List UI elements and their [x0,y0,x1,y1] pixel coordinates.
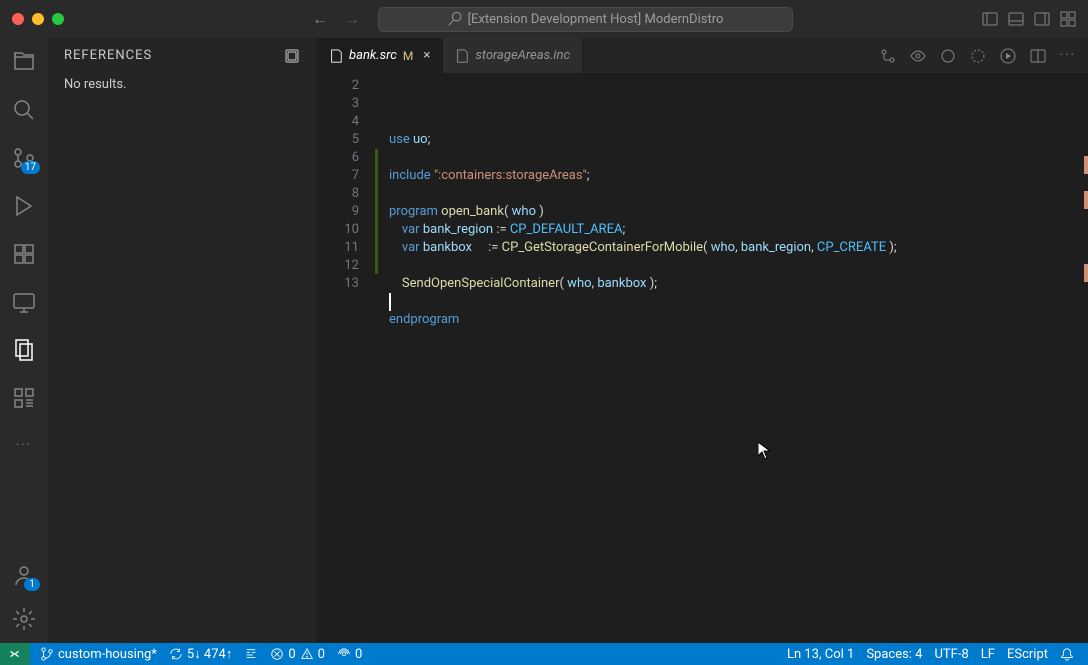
notifications[interactable] [1054,647,1080,661]
sync-status[interactable]: 5↓ 474↑ [163,643,238,665]
customize-layout-icon[interactable] [1060,11,1076,27]
code-line[interactable] [389,329,1088,347]
collapse-icon[interactable] [284,48,300,64]
branch-name: custom-housing* [58,647,157,662]
language-mode[interactable]: EScript [1001,647,1054,662]
code-editor[interactable]: 2345678910111213 use uo; include ":conta… [317,73,1088,643]
panel-title: REFERENCES [64,48,152,63]
warning-icon [300,647,314,661]
tab-storageareas[interactable]: storageAreas.inc [443,38,583,73]
window-title: [Extension Development Host] ModernDistr… [468,12,724,27]
maximize-window[interactable] [52,13,64,25]
toggle-primary-sidebar-icon[interactable] [982,11,998,27]
search-view[interactable] [12,98,36,122]
remote-icon [8,647,22,661]
extensions-view[interactable] [12,242,36,266]
close-tab-icon[interactable]: × [423,48,430,63]
code-line[interactable] [389,185,1088,203]
compare-changes-icon[interactable] [880,48,896,64]
code-line[interactable]: endprogram [389,311,1088,329]
code-line[interactable]: SendOpenSpecialContainer( who, bankbox )… [389,275,1088,293]
status-bar: custom-housing* 5↓ 474↑ 0 0 0 Ln 13, Col… [0,643,1088,665]
sync-counts: 5↓ 474↑ [187,646,232,662]
editor-actions: ··· [880,48,1088,64]
ports-status[interactable]: 0 [331,643,368,665]
tab-name: storageAreas.inc [475,48,570,63]
prettier-status[interactable] [238,643,264,665]
ports-icon [337,647,351,661]
references-view[interactable] [12,338,36,362]
side-panel: REFERENCES No results. [48,38,317,643]
branch-status[interactable]: custom-housing* [34,643,163,665]
split-editor-icon[interactable] [1030,48,1046,64]
source-control-view[interactable]: 17 [12,146,36,170]
overflow-menu[interactable]: ··· [16,438,32,453]
run-without-icon[interactable] [970,48,986,64]
code-line[interactable]: include ":containers:storageAreas"; [389,167,1088,185]
title-bar: ← → [Extension Development Host] ModernD… [0,0,1088,38]
problems-status[interactable]: 0 0 [264,643,331,665]
indentation-status[interactable]: Spaces: 4 [860,647,928,662]
bell-icon [1060,647,1074,661]
minimize-window[interactable] [32,13,44,25]
run-debug-view[interactable] [12,194,36,218]
window-controls [12,13,64,25]
remote-indicator[interactable] [0,643,30,665]
nav-arrows: ← → [312,9,360,29]
toggle-secondary-sidebar-icon[interactable] [1034,11,1050,27]
activity-bar: 17 ··· 1 [0,38,48,643]
accounts[interactable]: 1 [12,563,36,587]
branch-icon [40,647,54,661]
nav-forward-icon[interactable]: → [344,9,360,29]
ports-count: 0 [355,647,362,662]
eol-status[interactable]: LF [975,647,1001,662]
tab-modified-indicator: M [403,49,413,63]
text-cursor [389,293,391,311]
code-line[interactable]: var bankbox := CP_GetStorageContainerFor… [389,239,1088,257]
code-line[interactable]: program open_bank( who ) [389,203,1088,221]
toggle-panel-icon[interactable] [1008,11,1024,27]
tab-bank-src[interactable]: bank.src M × [317,38,443,73]
run-icon[interactable] [940,48,956,64]
search-icon [448,12,462,26]
layout-controls [982,11,1076,27]
preview-icon[interactable] [910,48,926,64]
panel-content: No results. [48,73,316,96]
code-content[interactable]: use uo; include ":containers:storageArea… [377,73,1088,643]
file-icon [455,49,469,63]
tab-bar: bank.src M × storageAreas.inc ··· [317,38,1088,73]
code-line[interactable] [389,257,1088,275]
editor-area: bank.src M × storageAreas.inc ··· 234567… [317,38,1088,643]
nav-back-icon[interactable]: ← [312,9,328,29]
gutter-change-indicator [375,149,378,274]
encoding-status[interactable]: UTF-8 [929,647,975,662]
close-window[interactable] [12,13,24,25]
file-icon [329,49,343,63]
prettier-icon [244,647,258,661]
debug-icon[interactable] [1000,48,1016,64]
account-badge: 1 [24,578,40,591]
settings-gear[interactable] [12,607,36,631]
tab-name: bank.src [349,48,397,63]
scm-badge: 17 [21,161,40,174]
code-line[interactable] [389,149,1088,167]
additional-view[interactable] [12,386,36,410]
cursor-position[interactable]: Ln 13, Col 1 [781,647,860,662]
error-count: 0 [288,647,295,662]
line-numbers: 2345678910111213 [317,73,377,643]
command-center[interactable]: [Extension Development Host] ModernDistr… [378,7,793,32]
explorer-view[interactable] [12,50,36,74]
remote-explorer-view[interactable] [12,290,36,314]
code-line[interactable] [389,293,1088,311]
panel-header: REFERENCES [48,38,316,73]
sync-icon [169,647,183,661]
warning-count: 0 [318,647,325,662]
error-icon [270,647,284,661]
code-line[interactable]: var bank_region := CP_DEFAULT_AREA; [389,221,1088,239]
code-line[interactable]: use uo; [389,131,1088,149]
more-actions-icon[interactable]: ··· [1060,48,1076,64]
